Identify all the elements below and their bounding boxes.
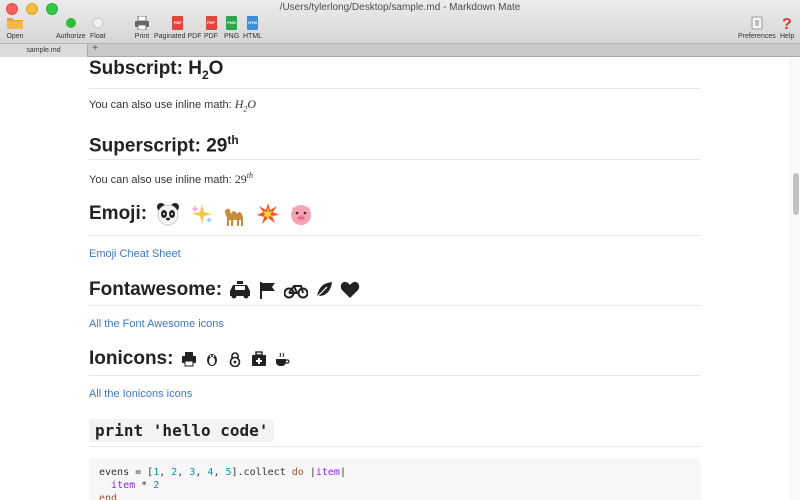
superscript-paragraph: You can also use inline math: 29th xyxy=(89,171,253,186)
printer-icon xyxy=(134,14,150,31)
pdf-file-icon: PDF xyxy=(205,14,217,31)
heading-divider xyxy=(89,446,701,447)
green-dot-icon xyxy=(65,14,77,31)
coffee-icon xyxy=(275,352,290,366)
inline-math: 29th xyxy=(234,171,253,186)
heading-divider xyxy=(89,375,701,376)
tab-bar: sample.md + xyxy=(0,43,800,57)
scrollbar-thumb[interactable] xyxy=(793,173,799,215)
heading-divider xyxy=(89,305,701,306)
html-file-icon: HTM xyxy=(247,14,259,31)
heart-icon xyxy=(341,281,360,298)
ionicons-icons-link[interactable]: All the Ionicons icons xyxy=(89,388,192,400)
subscript-heading: Subscript: H2O xyxy=(89,58,224,82)
fontawesome-heading: Fontawesome: xyxy=(89,279,360,301)
flag-icon xyxy=(259,281,275,299)
inline-math: H2O xyxy=(234,97,257,114)
switch-icon xyxy=(751,14,763,31)
question-mark-icon: ? xyxy=(781,14,793,31)
tab-sample-md[interactable]: sample.md xyxy=(0,44,88,57)
emoji-heading: Emoji: xyxy=(89,202,313,226)
bicycle-icon xyxy=(283,284,308,299)
vertical-scrollbar[interactable] xyxy=(790,58,800,500)
medkit-icon xyxy=(251,351,266,366)
ionicons-heading: Ionicons: xyxy=(89,348,290,370)
subscript-paragraph: You can also use inline math: H2O xyxy=(89,97,257,114)
window-title: /Users/tylerlong/Desktop/sample.md - Mar… xyxy=(279,2,521,13)
add-tab-button[interactable]: + xyxy=(90,43,100,54)
html-button[interactable]: HTM HTML xyxy=(243,14,262,40)
pdf-button[interactable]: PDF PDF xyxy=(204,14,218,40)
title-bar: /Users/tylerlong/Desktop/sample.md - Mar… xyxy=(0,0,800,44)
emoji-cheat-sheet-link[interactable]: Emoji Cheat Sheet xyxy=(89,248,181,260)
heading-divider xyxy=(89,159,701,160)
printer-icon xyxy=(181,351,196,367)
help-button[interactable]: ? Help xyxy=(780,14,794,41)
open-button[interactable]: Open xyxy=(6,14,24,40)
leaf-icon xyxy=(316,281,333,298)
tux-icon xyxy=(207,353,218,366)
float-button[interactable]: Float xyxy=(90,14,106,40)
print-button[interactable]: Print xyxy=(134,14,150,40)
folder-icon xyxy=(6,14,24,31)
sparkles-icon xyxy=(190,204,212,224)
superscript-heading: Superscript: 29th xyxy=(89,133,239,157)
preferences-button[interactable]: Preferences xyxy=(738,14,776,40)
code-block: evens = [1, 2, 3, 4, 5].collect do |item… xyxy=(89,458,701,500)
grey-dot-icon xyxy=(92,14,104,31)
paginated-pdf-button[interactable]: PDF Paginated PDF xyxy=(154,14,201,40)
boom-icon xyxy=(257,203,280,224)
code-heading: print 'hello code' xyxy=(89,419,275,442)
png-file-icon: PNG xyxy=(226,14,238,31)
svg-text:?: ? xyxy=(782,16,792,31)
png-button[interactable]: PNG PNG xyxy=(224,14,239,40)
font-awesome-icons-link[interactable]: All the Font Awesome icons xyxy=(89,318,224,330)
pig-face-icon xyxy=(291,205,312,225)
document-preview[interactable]: Subscript: H2O You can also use inline m… xyxy=(0,58,790,500)
panda-face-icon xyxy=(157,203,180,226)
lock-icon xyxy=(229,352,241,367)
pdf-file-icon: PDF xyxy=(172,14,184,31)
camel-icon xyxy=(224,208,243,226)
authorize-button[interactable]: Authorize xyxy=(56,14,86,40)
heading-divider xyxy=(89,235,701,236)
taxi-icon xyxy=(230,280,251,299)
heading-divider xyxy=(89,88,701,89)
